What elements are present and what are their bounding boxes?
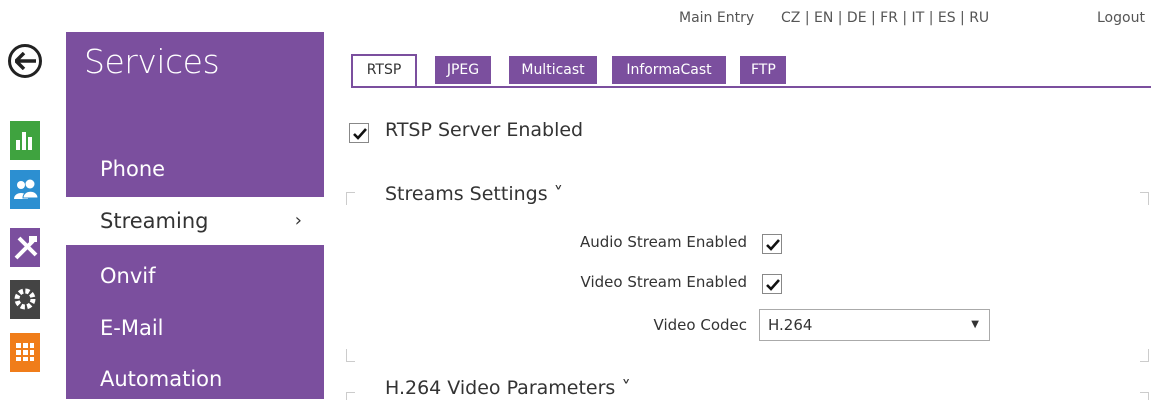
menu-item-label: Phone	[100, 157, 166, 181]
back-button[interactable]	[8, 44, 42, 78]
panel-corner	[1140, 192, 1149, 205]
system-icon[interactable]	[10, 280, 40, 319]
checkmark-icon	[766, 239, 780, 251]
top-bar: Main Entry CZ | EN | DE | FR | IT | ES |…	[0, 10, 1152, 34]
language-selector[interactable]: CZ | EN | DE | FR | IT | ES | RU	[781, 10, 989, 26]
tab-multicast[interactable]: Multicast	[509, 56, 597, 84]
video-codec-select[interactable]: H.264 ▼	[759, 309, 990, 341]
menu-item-label: E-Mail	[100, 316, 164, 340]
services-icon[interactable]	[10, 333, 40, 372]
h264-parameters-title[interactable]: H.264 Video Parameters ˅	[385, 377, 631, 399]
menu-item-label: Streaming	[100, 209, 209, 233]
video-codec-value: H.264	[768, 316, 813, 334]
video-stream-checkbox[interactable]	[762, 274, 782, 294]
menu-item-automation[interactable]: Automation	[66, 355, 324, 403]
logout-link[interactable]: Logout	[1097, 10, 1145, 26]
main-entry-label: Main Entry	[679, 10, 755, 26]
menu-item-onvif[interactable]: Onvif	[66, 252, 324, 300]
audio-stream-label: Audio Stream Enabled	[579, 233, 747, 251]
video-codec-label: Video Codec	[653, 316, 747, 334]
menu-title: Services	[84, 42, 220, 81]
panel-corner	[1140, 349, 1149, 362]
menu-item-phone[interactable]: Phone	[66, 145, 324, 193]
checkmark-icon	[353, 128, 367, 140]
streams-settings-title[interactable]: Streams Settings ˅	[385, 183, 563, 205]
tab-ftp[interactable]: FTP	[740, 56, 786, 84]
chevron-right-icon: ›	[294, 210, 302, 231]
services-menu: Services Phone Streaming › Onvif E-Mail …	[66, 32, 324, 399]
rtsp-server-label: RTSP Server Enabled	[385, 119, 584, 141]
tab-underline	[351, 86, 1151, 88]
panel-corner	[346, 192, 355, 205]
audio-stream-checkbox[interactable]	[762, 234, 782, 254]
arrow-left-icon	[15, 52, 36, 70]
rtsp-server-checkbox[interactable]	[349, 123, 369, 143]
directory-icon[interactable]	[10, 170, 40, 209]
menu-item-email[interactable]: E-Mail	[66, 304, 324, 352]
hardware-icon[interactable]	[10, 228, 40, 267]
panel-corner	[346, 349, 355, 362]
tab-jpeg[interactable]: JPEG	[435, 56, 491, 84]
checkmark-icon	[766, 279, 780, 291]
menu-item-streaming[interactable]: Streaming ›	[66, 197, 324, 245]
dropdown-arrow-icon: ▼	[971, 319, 979, 330]
menu-item-label: Automation	[100, 367, 223, 391]
status-icon[interactable]	[10, 121, 40, 160]
menu-item-label: Onvif	[100, 264, 156, 288]
video-stream-label: Video Stream Enabled	[580, 273, 747, 291]
tab-rtsp[interactable]: RTSP	[351, 54, 417, 86]
tab-informacast[interactable]: InformaCast	[612, 56, 726, 84]
